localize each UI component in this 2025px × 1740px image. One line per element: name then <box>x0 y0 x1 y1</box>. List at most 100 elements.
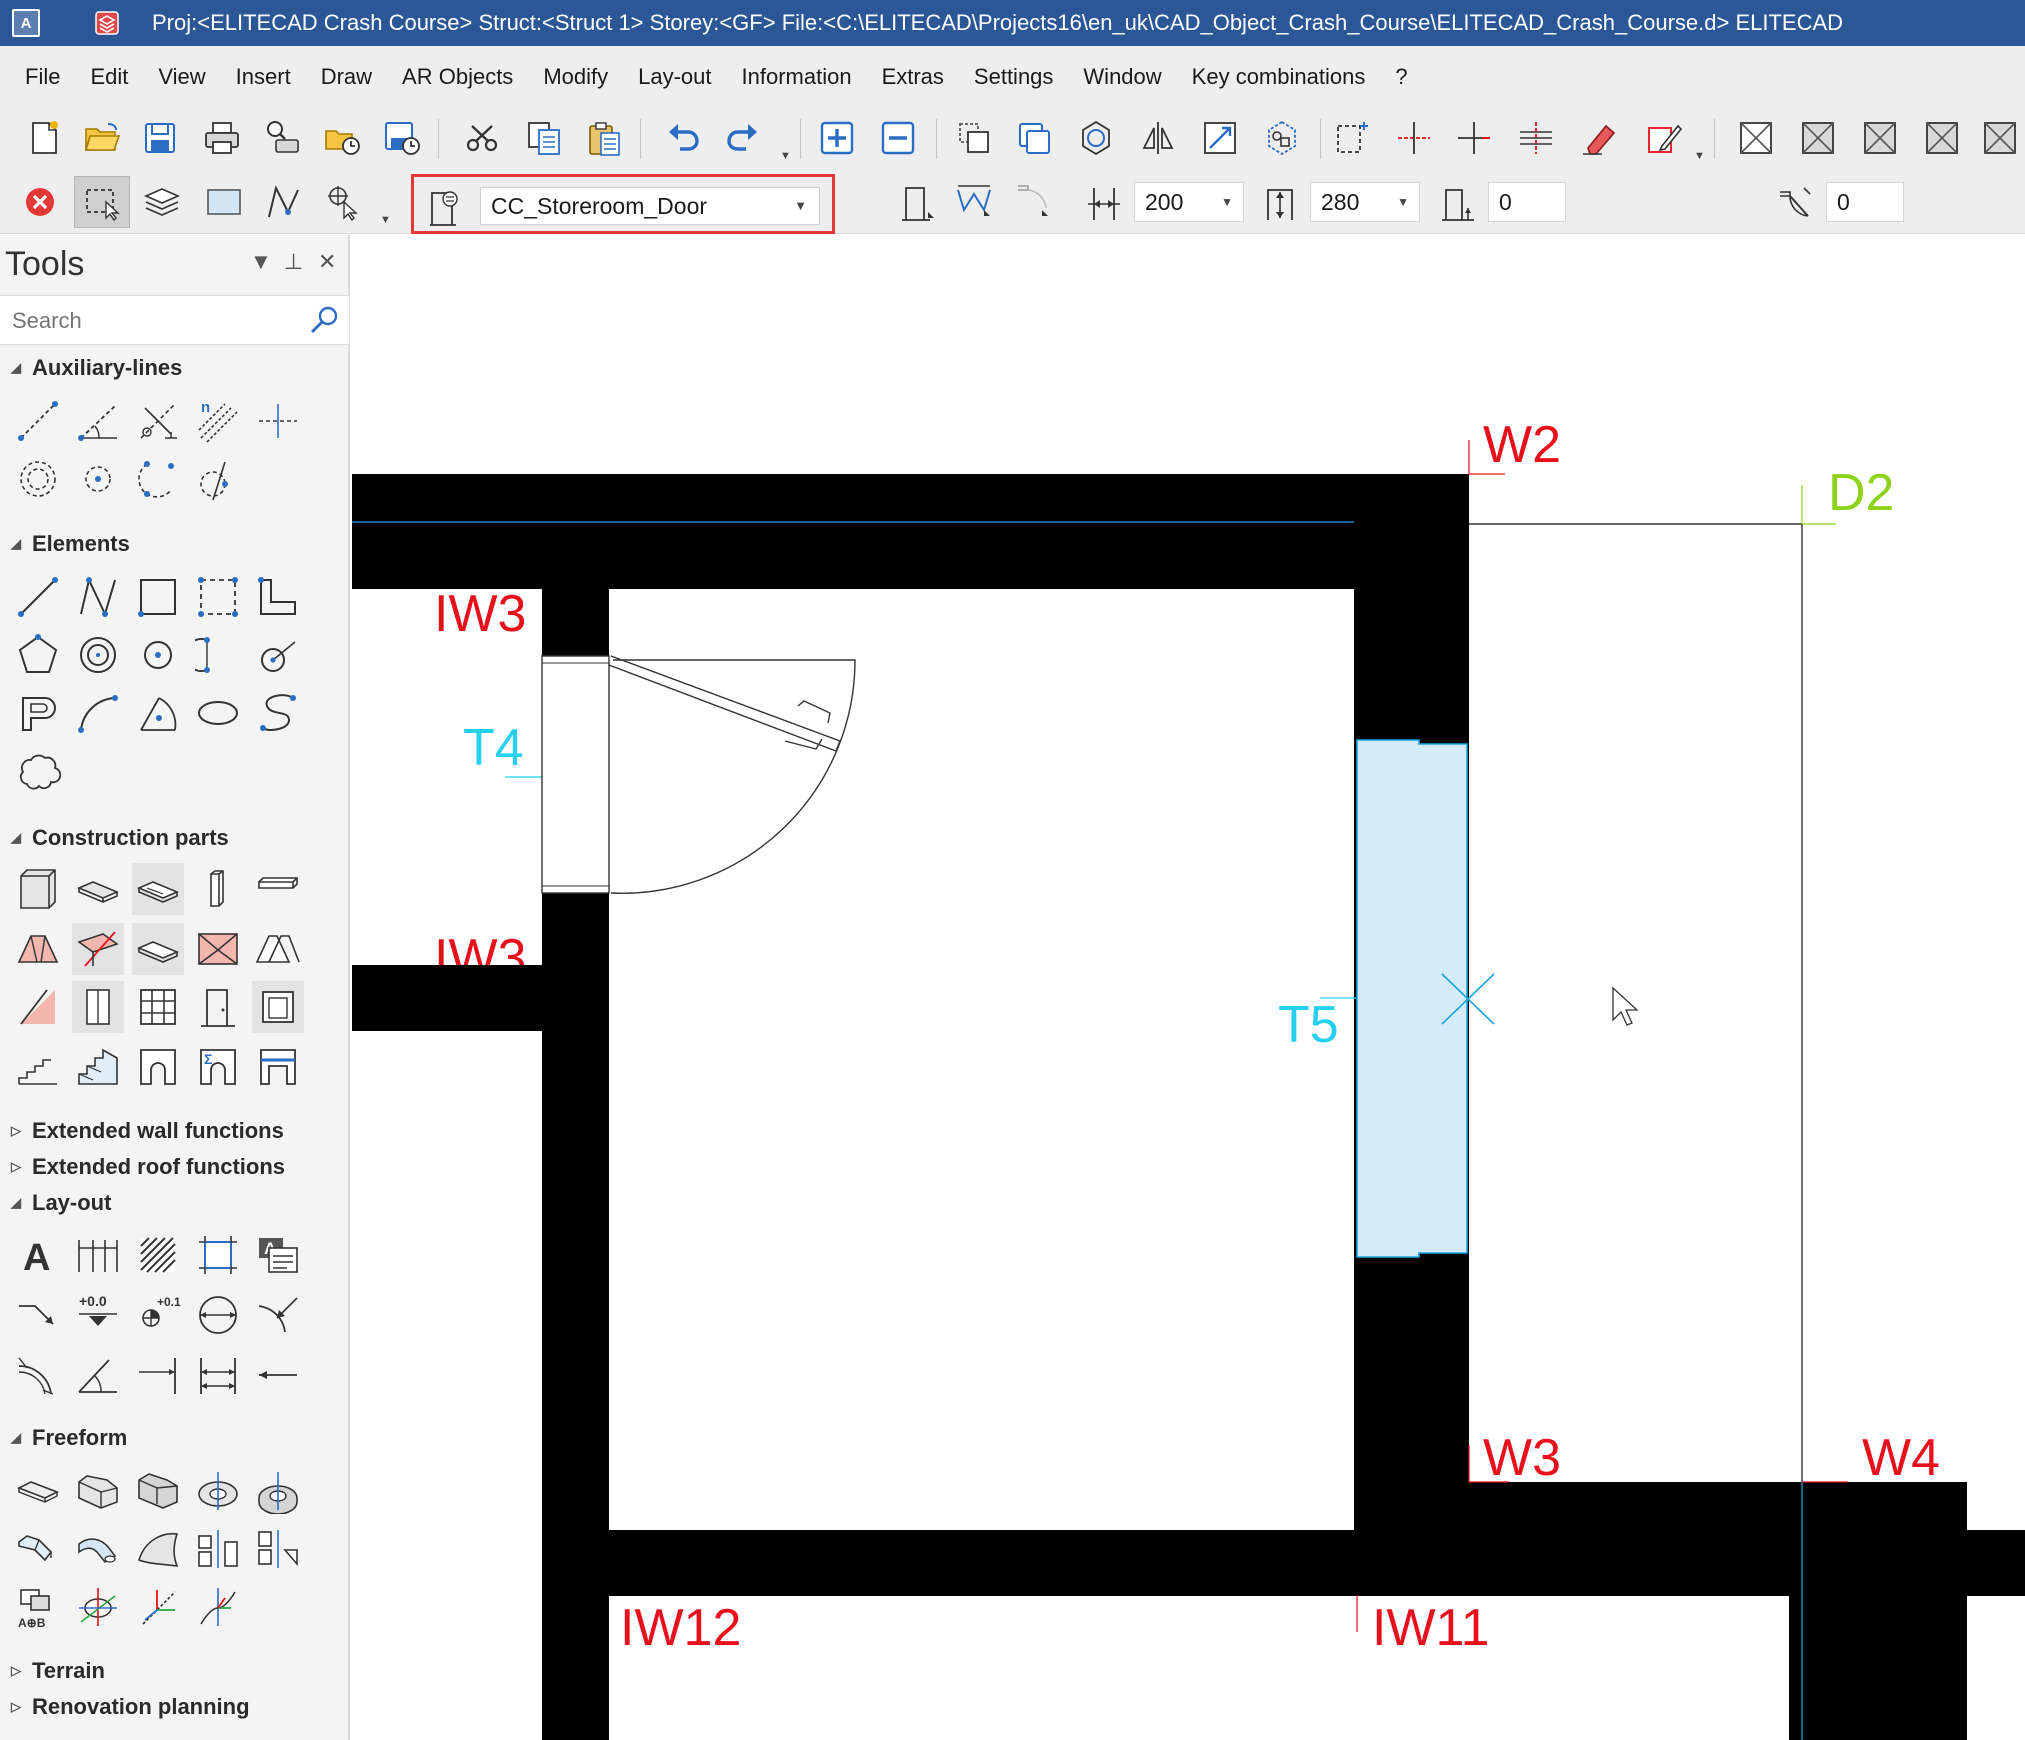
spline-icon[interactable] <box>252 687 304 739</box>
menu-settings[interactable]: Settings <box>959 58 1069 96</box>
sill-height-icon[interactable] <box>1434 178 1482 226</box>
rotation-body-icon[interactable] <box>192 1465 244 1517</box>
rotation-partial-icon[interactable] <box>252 1465 304 1517</box>
text-block-icon[interactable]: A <box>252 1229 304 1281</box>
section-body-icon[interactable] <box>72 1581 124 1633</box>
edit-dropdown-icon[interactable]: ▼ <box>1694 150 1705 162</box>
layers-icon[interactable] <box>138 178 186 226</box>
polygon-l-icon[interactable] <box>252 571 304 623</box>
menu-draw[interactable]: Draw <box>306 58 387 96</box>
object-snap-icon[interactable] <box>1258 114 1306 162</box>
extrusion-edit-icon[interactable] <box>132 1465 184 1517</box>
arc-dimension-icon[interactable] <box>12 1349 64 1401</box>
aux-angle-line-icon[interactable] <box>72 395 124 447</box>
paste-icon[interactable] <box>580 114 628 162</box>
door-swing-icon[interactable] <box>1008 176 1056 224</box>
section-extended-roof-functions[interactable]: ▷ Extended roof functions <box>0 1150 349 1184</box>
eraser-icon[interactable] <box>1574 114 1622 162</box>
cut-icon[interactable] <box>458 114 506 162</box>
menu-layout[interactable]: Lay-out <box>623 58 726 96</box>
rectangle-icon[interactable] <box>132 571 184 623</box>
width-field[interactable]: 200 ▼ <box>1134 182 1244 222</box>
sill-height-field[interactable]: 0 <box>1488 182 1566 222</box>
dormer-icon[interactable] <box>252 923 304 975</box>
lintel-opening-icon[interactable] <box>252 1041 304 1093</box>
drawing-canvas[interactable]: W2 D2 IW3 T4 T5 W3 W4 IW12 IW11 IW3 <box>352 235 2025 1740</box>
section-construction-parts[interactable]: ◢ Construction parts <box>0 821 349 855</box>
section-freeform[interactable]: ◢ Freeform <box>0 1421 349 1455</box>
aux-line-icon[interactable] <box>12 395 64 447</box>
aux-circle-icon[interactable] <box>12 453 64 505</box>
shell-icon[interactable] <box>132 1523 184 1575</box>
menu-information[interactable]: Information <box>727 58 867 96</box>
search-icon[interactable] <box>307 304 341 338</box>
arc-3pt-icon[interactable] <box>192 629 244 681</box>
window-icon[interactable] <box>252 981 304 1033</box>
floor-slab-icon[interactable] <box>132 863 184 915</box>
align-axes-icon[interactable] <box>192 1581 244 1633</box>
sector-icon[interactable] <box>132 687 184 739</box>
height-field[interactable]: 280 ▼ <box>1310 182 1420 222</box>
redo-dropdown-icon[interactable]: ▼ <box>780 150 791 162</box>
edit-pen-icon[interactable] <box>1640 114 1688 162</box>
crosshair-snap-icon[interactable] <box>1390 114 1438 162</box>
aux-circle-center-icon[interactable] <box>72 453 124 505</box>
facade-grid-icon[interactable] <box>132 981 184 1033</box>
extrusion-icon[interactable] <box>72 1465 124 1517</box>
width-icon[interactable] <box>1080 178 1128 226</box>
text-tool-icon[interactable]: A <box>12 1229 64 1281</box>
app-icon[interactable]: A <box>12 9 40 37</box>
wall-w4-vertical[interactable] <box>1860 1482 1967 1740</box>
door-t5-opening[interactable] <box>1356 739 1468 1258</box>
project-icon[interactable] <box>92 8 122 38</box>
undo-icon[interactable] <box>660 114 708 162</box>
level-point-icon[interactable]: +0.1 <box>132 1289 184 1341</box>
door-icon[interactable] <box>192 981 244 1033</box>
beam-icon[interactable] <box>252 863 304 915</box>
wall-iw3-stub[interactable] <box>352 965 542 1031</box>
dimension-endpoint-icon[interactable] <box>132 1349 184 1401</box>
ellipse-icon[interactable] <box>192 687 244 739</box>
opening-icon[interactable] <box>72 981 124 1033</box>
select-rectangle-icon[interactable] <box>74 176 130 228</box>
slab-icon[interactable] <box>72 863 124 915</box>
menu-help[interactable]: ? <box>1380 58 1422 96</box>
wall-w2[interactable] <box>352 474 1469 589</box>
save-as-icon[interactable] <box>378 114 426 162</box>
crosshair-icon[interactable] <box>1450 114 1498 162</box>
stair-ramp-icon[interactable] <box>12 981 64 1033</box>
menu-file[interactable]: File <box>10 58 75 96</box>
stair-icon[interactable] <box>12 1041 64 1093</box>
zoom-window-icon[interactable] <box>950 114 998 162</box>
dimension-chain-icon[interactable] <box>72 1229 124 1281</box>
parallel-snap-icon[interactable] <box>1512 114 1560 162</box>
polyline-icon[interactable] <box>72 571 124 623</box>
door-type-select[interactable]: CC_Storeroom_Door ▼ <box>480 187 820 225</box>
mirror-body-icon[interactable] <box>192 1523 244 1575</box>
hatch-icon[interactable] <box>132 1229 184 1281</box>
arch-opening-icon[interactable] <box>132 1041 184 1093</box>
coordinate-system-icon[interactable] <box>132 1581 184 1633</box>
roof-icon[interactable] <box>12 923 64 975</box>
save-icon[interactable] <box>136 114 184 162</box>
sum-opening-icon[interactable]: Σ <box>192 1041 244 1093</box>
column-icon[interactable] <box>192 863 244 915</box>
section-renovation-planning[interactable]: ▷ Renovation planning <box>0 1690 349 1724</box>
open-folder-icon[interactable] <box>78 114 126 162</box>
sweep-icon[interactable] <box>12 1523 64 1575</box>
pipe-icon[interactable] <box>72 1523 124 1575</box>
aux-cross-icon[interactable] <box>252 395 304 447</box>
search-input[interactable] <box>12 304 292 338</box>
menu-ar-objects[interactable]: AR Objects <box>387 58 528 96</box>
new-file-icon[interactable] <box>20 114 68 162</box>
door-type-icon[interactable] <box>426 187 466 227</box>
scale-view-icon[interactable] <box>1196 114 1244 162</box>
aux-parallel-n-icon[interactable]: n <box>192 395 244 447</box>
rotate-view-icon[interactable] <box>1072 114 1120 162</box>
mirror-view-icon[interactable] <box>1134 114 1182 162</box>
menu-view[interactable]: View <box>143 58 220 96</box>
section-auxiliary-lines[interactable]: ◢ Auxiliary-lines <box>0 351 349 385</box>
copy-icon[interactable] <box>520 114 568 162</box>
select-frame-icon[interactable] <box>1328 114 1376 162</box>
opening-angle-icon[interactable] <box>1772 178 1820 226</box>
